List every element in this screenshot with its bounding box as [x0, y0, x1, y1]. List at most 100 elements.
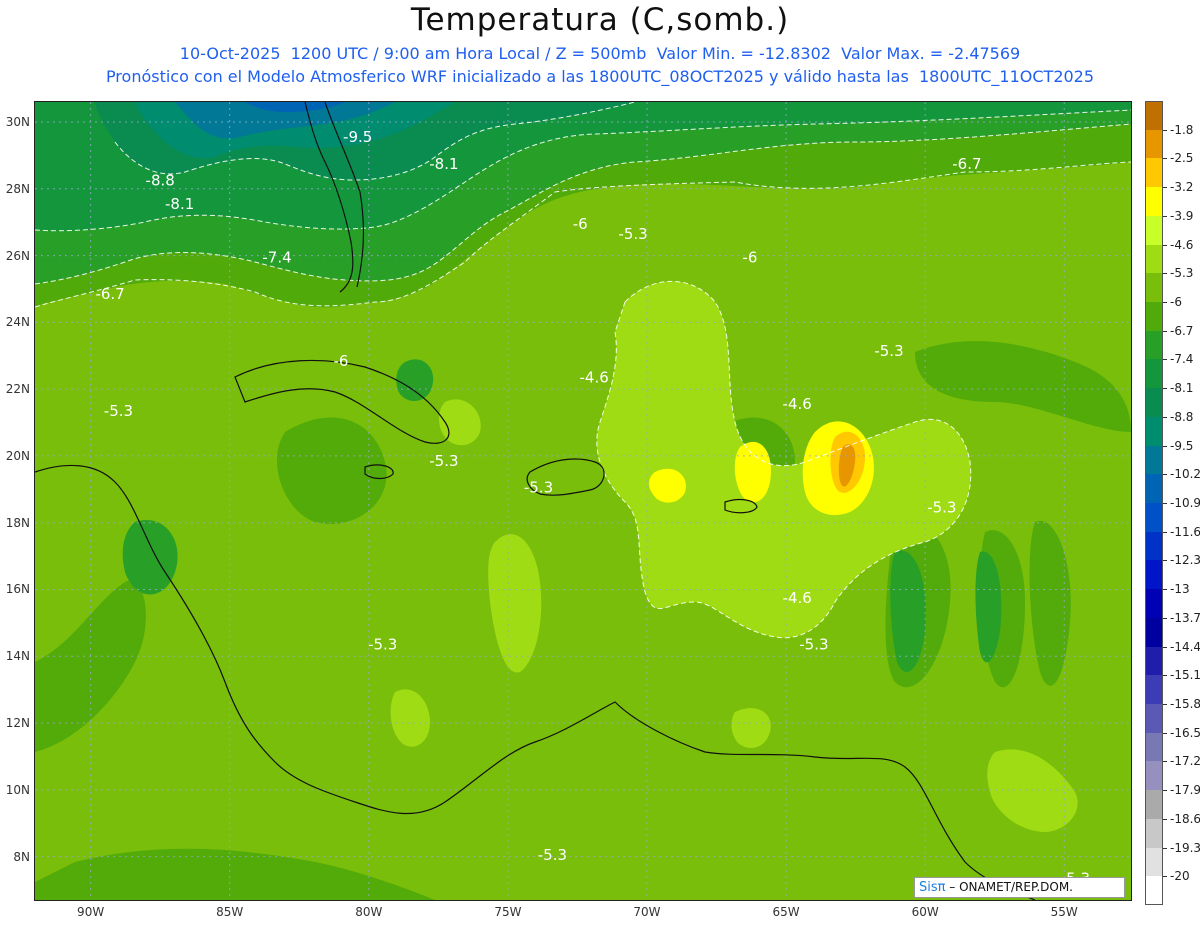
colorbar-tick — [1163, 244, 1167, 246]
colorbar-tick — [1163, 761, 1167, 763]
colorbar-tick — [1163, 359, 1167, 361]
contour-label: -4.6 — [783, 589, 812, 607]
colorbar-label: -16.5 — [1170, 725, 1200, 740]
map-subtitle-valid-time: 10-Oct-2025 1200 UTC / 9:00 am Hora Loca… — [179, 44, 1021, 63]
lat-tick-label: 10N — [5, 782, 30, 797]
colorbar-label: -10.2 — [1170, 467, 1200, 482]
contour-label: -5.3 — [799, 636, 828, 654]
colorbar-label: -6 — [1170, 295, 1182, 309]
lat-tick-label: 20N — [5, 448, 30, 463]
colorbar-label: -17.2 — [1170, 754, 1200, 769]
colorbar-label: -9.5 — [1170, 438, 1194, 453]
colorbar-tick — [1163, 416, 1167, 418]
contour-label: -5.3 — [538, 846, 567, 864]
colorbar-label: -12.3 — [1170, 553, 1200, 568]
colorbar-tick — [1163, 704, 1167, 705]
lat-tick-label: 8N — [13, 849, 30, 864]
colorbar-tick — [1163, 646, 1167, 648]
lat-tick-label: 30N — [5, 115, 30, 130]
contour-label: -5.3 — [618, 225, 647, 243]
colorbar-label: -13 — [1170, 582, 1190, 597]
contour-label: -9.5 — [343, 128, 372, 146]
colorbar-tick — [1163, 215, 1167, 217]
colorbar-label: -1.8 — [1170, 122, 1194, 137]
colorbar-label: -14.4 — [1170, 639, 1200, 654]
contour-label: -5.3 — [874, 342, 903, 360]
colorbar-label: -8.1 — [1170, 381, 1194, 396]
colorbar-frame — [1145, 101, 1163, 905]
lon-tick-label: 90W — [77, 905, 105, 919]
lon-tick-label: 75W — [494, 905, 522, 919]
lon-tick-label: 85W — [216, 905, 244, 919]
colorbar-label: -3.2 — [1170, 180, 1194, 195]
lon-tick-label: 65W — [772, 905, 800, 919]
colorbar-label: -3.9 — [1170, 208, 1194, 223]
sispi-brand: Sisπ — [919, 880, 946, 895]
colorbar-tick — [1163, 847, 1167, 849]
colorbar-tick — [1163, 589, 1167, 591]
lon-tick-label: 55W — [1050, 905, 1078, 919]
colorbar-label: -13.7 — [1170, 610, 1200, 625]
lon-tick-label: 80W — [355, 905, 383, 919]
contour-label: -6 — [742, 248, 757, 266]
temperature-map: -9.5 -8.1 -6.7 -8.8 -8.1 -6 -5.3 -6 -7.4 -6.7 -5.3… — [34, 101, 1132, 901]
lon-tick-label: 70W — [633, 905, 661, 919]
contour-label: -5.3 — [927, 499, 956, 517]
contour-label: -6 — [334, 352, 349, 370]
colorbar-tick — [1163, 273, 1167, 275]
credit-text: – ONAMET/REP.DOM. — [945, 880, 1073, 894]
contour-label: -4.6 — [579, 368, 608, 386]
map-subtitle-model-info: Pronóstico con el Modelo Atmosferico WRF… — [105, 67, 1095, 86]
contour-label: -6.7 — [95, 285, 124, 303]
lat-tick-label: 18N — [5, 515, 30, 530]
colorbar-tick — [1163, 302, 1167, 303]
colorbar-tick — [1163, 876, 1167, 878]
colorbar-tick — [1163, 158, 1167, 160]
colorbar-tick — [1163, 445, 1167, 447]
contour-label: -8.8 — [146, 171, 175, 189]
contour-label: -5.3 — [524, 479, 553, 497]
colorbar-tick — [1163, 330, 1167, 332]
colorbar-tick — [1163, 617, 1167, 619]
contour-label: -8.1 — [165, 195, 194, 213]
contour-label: -7.4 — [262, 248, 291, 266]
colorbar-label: -15.8 — [1170, 697, 1200, 711]
colorbar-tick — [1163, 474, 1167, 476]
colorbar-tick — [1163, 818, 1167, 820]
colorbar-label: -11.6 — [1170, 524, 1200, 539]
lat-tick-label: 26N — [5, 248, 30, 263]
colorbar-label: -4.6 — [1170, 237, 1194, 252]
contour-label: -5.3 — [368, 636, 397, 654]
colorbar-label: -10.9 — [1170, 496, 1200, 510]
colorbar-tick — [1163, 388, 1167, 390]
colorbar-label: -15.1 — [1170, 668, 1200, 683]
colorbar-label: -17.9 — [1170, 783, 1200, 798]
lat-tick-label: 24N — [5, 315, 30, 330]
colorbar-label: -18.6 — [1170, 811, 1200, 826]
contour-label: -6 — [573, 215, 588, 233]
colorbar-tick — [1163, 790, 1167, 792]
contour-label: -5.3 — [429, 452, 458, 470]
colorbar-tick — [1163, 503, 1167, 504]
colorbar-tick — [1163, 732, 1167, 734]
region-6.7-d — [396, 359, 434, 402]
colorbar-tick — [1163, 560, 1167, 562]
map-title: Temperatura (C,somb.) — [410, 2, 790, 38]
colorbar-label: -5.3 — [1170, 266, 1194, 281]
colorbar-label: -7.4 — [1170, 352, 1194, 367]
lon-tick-label: 60W — [911, 905, 939, 919]
lat-tick-label: 28N — [5, 181, 30, 196]
colorbar-tick — [1163, 531, 1167, 533]
credit-box: Sisπ – ONAMET/REP.DOM. — [914, 877, 1125, 898]
colorbar-label: -20 — [1170, 869, 1190, 884]
contour-label: -5.3 — [104, 402, 133, 420]
region-6.7-a — [122, 520, 178, 595]
lat-tick-label: 22N — [5, 382, 30, 397]
contour-label: -6.7 — [952, 155, 981, 173]
lat-tick-label: 16N — [5, 582, 30, 597]
contour-label: -8.1 — [429, 155, 458, 173]
colorbar-tick — [1163, 675, 1167, 677]
lat-tick-label: 12N — [5, 716, 30, 731]
colorbar-label: -2.5 — [1170, 151, 1194, 166]
colorbar-label: -19.3 — [1170, 840, 1200, 855]
